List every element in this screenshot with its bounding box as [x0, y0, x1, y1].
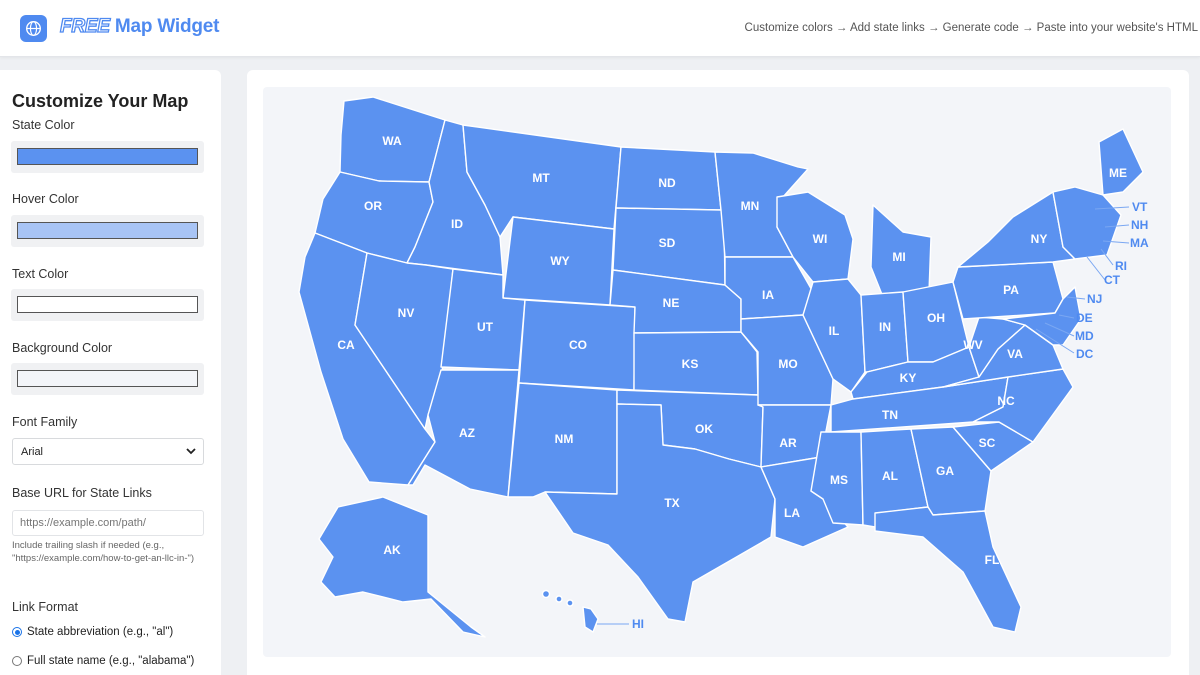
label-MT: MT: [532, 171, 550, 185]
hover-color-picker[interactable]: [11, 215, 204, 247]
base-url-hint: Include trailing slash if needed (e.g., …: [12, 540, 195, 564]
radio-abbreviation[interactable]: [12, 627, 22, 637]
logo: [20, 15, 47, 42]
label-SC: SC: [979, 436, 996, 450]
label-NJ: NJ: [1087, 292, 1102, 306]
state-ME[interactable]: [1098, 128, 1144, 196]
label-DC: DC: [1076, 347, 1094, 361]
text-color-picker[interactable]: [11, 289, 204, 321]
label-IL: IL: [829, 324, 840, 338]
label-MO: MO: [778, 357, 797, 371]
label-CO: CO: [569, 338, 587, 352]
label-WV: WV: [963, 338, 982, 352]
label-NC: NC: [997, 394, 1015, 408]
state-AK[interactable]: [318, 496, 486, 638]
label-TN: TN: [882, 408, 898, 422]
label-AR: AR: [779, 436, 797, 450]
hi-island: [555, 595, 563, 603]
label-UT: UT: [477, 320, 494, 334]
label-OR: OR: [364, 199, 382, 213]
label-MA: MA: [1130, 236, 1149, 250]
link-format-full-name[interactable]: Full state name (e.g., "alabama"): [12, 655, 194, 667]
label-WY: WY: [550, 254, 569, 268]
label-CT: CT: [1104, 273, 1121, 287]
radio-full-name[interactable]: [12, 656, 22, 666]
label-RI: RI: [1115, 259, 1127, 273]
label-ME: ME: [1109, 166, 1127, 180]
label-GA: GA: [936, 464, 954, 478]
sidebar-title: Customize Your Map: [12, 91, 189, 111]
link-option-label: Full state name (e.g., "alabama"): [27, 655, 195, 667]
label-CA: CA: [337, 338, 355, 352]
label-AZ: AZ: [459, 426, 475, 440]
font-family-label: Font Family: [12, 415, 78, 429]
chevron-down-icon: [186, 448, 196, 455]
state-color-swatch: [17, 148, 198, 165]
base-url-input[interactable]: [12, 510, 204, 536]
label-NM: NM: [555, 432, 574, 446]
brand-free: FREE: [59, 15, 110, 37]
label-WA: WA: [382, 134, 402, 148]
label-MN: MN: [741, 199, 760, 213]
label-ID: ID: [451, 217, 463, 231]
label-KS: KS: [682, 357, 699, 371]
label-PA: PA: [1003, 283, 1019, 297]
label-FL: FL: [985, 553, 1000, 567]
label-NE: NE: [663, 296, 680, 310]
background-color-label: Background Color: [12, 341, 113, 355]
label-HI: HI: [632, 617, 644, 631]
label-ND: ND: [658, 176, 676, 190]
font-family-select[interactable]: Arial: [12, 438, 204, 465]
label-WI: WI: [813, 232, 828, 246]
label-NH: NH: [1131, 218, 1148, 232]
workflow-steps: Customize colors → Add state links → Gen…: [744, 22, 1198, 34]
hover-color-swatch: [17, 222, 198, 239]
label-AL: AL: [882, 469, 898, 483]
label-OH: OH: [927, 311, 945, 325]
label-NY: NY: [1031, 232, 1048, 246]
leader-CT: [1086, 256, 1106, 281]
link-format-label: Link Format: [12, 600, 78, 614]
label-DE: DE: [1076, 311, 1093, 325]
label-TX: TX: [664, 496, 679, 510]
hi-island: [566, 599, 574, 607]
text-color-label: Text Color: [12, 267, 69, 281]
background-color-swatch: [17, 370, 198, 387]
label-VA: VA: [1007, 347, 1023, 361]
customize-sidebar: Customize Your Map State Color Hover Col…: [0, 70, 221, 675]
hi-island: [541, 589, 551, 599]
app-header: FREE Map Widget Customize colors → Add st…: [0, 0, 1200, 57]
link-option-label: State abbreviation (e.g., "al"): [27, 626, 174, 638]
hover-color-label: Hover Color: [12, 192, 79, 206]
label-MI: MI: [892, 250, 905, 264]
label-OK: OK: [695, 422, 713, 436]
background-color-picker[interactable]: [11, 363, 204, 395]
label-SD: SD: [659, 236, 676, 250]
state-FL[interactable]: [874, 506, 1022, 633]
label-KY: KY: [900, 371, 917, 385]
state-HI[interactable]: [582, 606, 599, 633]
us-map: WA OR CA ID NV MT WY UT AZ CO NM ND SD N…: [298, 96, 1149, 638]
label-MS: MS: [830, 473, 848, 487]
globe-icon: [26, 21, 41, 36]
brand-name: Map Widget: [114, 16, 220, 37]
font-family-value: Arial: [21, 446, 44, 458]
brand-title: FREE Map Widget: [59, 15, 220, 38]
state-color-label: State Color: [12, 118, 75, 132]
label-NV: NV: [398, 306, 415, 320]
label-AK: AK: [383, 543, 401, 557]
label-IN: IN: [879, 320, 891, 334]
label-MD: MD: [1075, 329, 1094, 343]
label-VT: VT: [1132, 200, 1148, 214]
base-url-label: Base URL for State Links: [12, 486, 152, 500]
text-color-swatch: [17, 296, 198, 313]
label-IA: IA: [762, 288, 774, 302]
state-color-picker[interactable]: [11, 141, 204, 173]
link-format-abbreviation[interactable]: State abbreviation (e.g., "al"): [12, 626, 173, 638]
label-LA: LA: [784, 506, 800, 520]
